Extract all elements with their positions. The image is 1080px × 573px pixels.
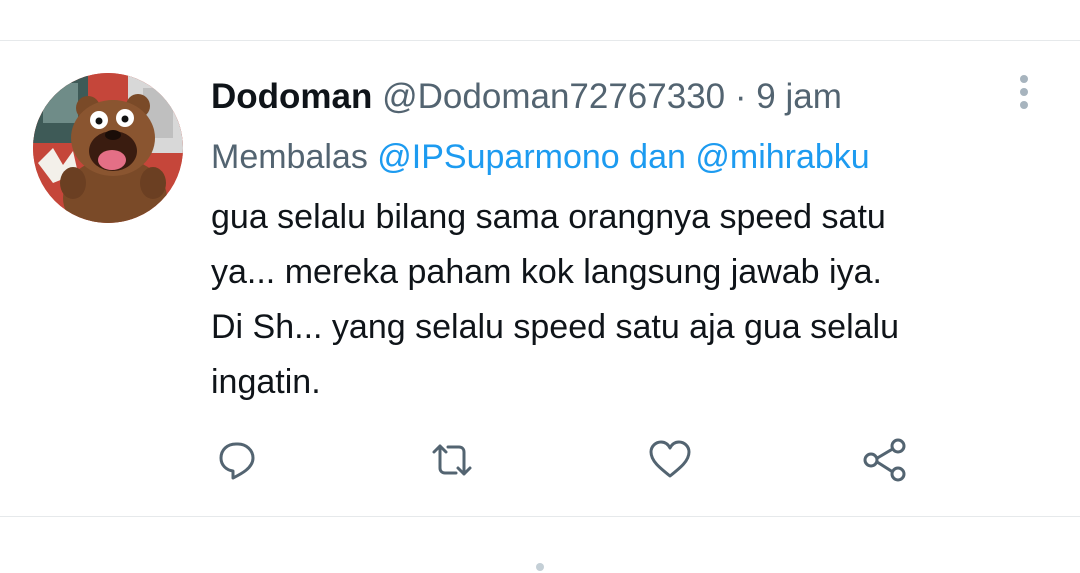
tweet-text-line: gua selalu bilang sama orangnya speed sa…: [211, 198, 886, 236]
retweet-icon: [432, 444, 472, 476]
page-indicator-dot: [536, 563, 544, 571]
tweet-text: gua selalu bilang sama orangnya speed sa…: [211, 190, 1041, 410]
bottom-divider: [0, 516, 1080, 517]
display-name[interactable]: Dodoman: [211, 77, 372, 116]
top-divider: [0, 40, 1080, 41]
tweet-header: Dodoman @Dodoman72767330 · 9 jam: [211, 75, 842, 119]
mention-link[interactable]: @IPSuparmono: [377, 138, 619, 176]
replying-to: Membalas @IPSuparmono dan @mihrabku: [211, 135, 870, 179]
tweet-text-line: Di Sh... yang selalu speed satu aja gua …: [211, 308, 900, 346]
share-button[interactable]: [860, 438, 908, 482]
reply-button[interactable]: [214, 438, 262, 482]
grizzly-bear-avatar-icon: [33, 73, 183, 223]
reply-conjunction[interactable]: dan: [629, 138, 686, 176]
avatar[interactable]: [33, 73, 183, 223]
mention-link[interactable]: @mihrabku: [695, 138, 869, 176]
share-icon: [863, 438, 906, 482]
user-handle[interactable]: @Dodoman72767330: [382, 77, 725, 116]
replying-to-label: Membalas: [211, 138, 368, 176]
separator-dot: ·: [734, 77, 747, 116]
timestamp[interactable]: 9 jam: [756, 77, 842, 116]
tweet-text-line: ya... mereka paham kok langsung jawab iy…: [211, 253, 882, 291]
comment-icon: [219, 442, 255, 480]
heart-icon: [649, 440, 691, 478]
retweet-button[interactable]: [428, 438, 476, 482]
tweet-text-line: ingatin.: [211, 363, 321, 401]
more-options-icon[interactable]: [1010, 72, 1038, 112]
like-button[interactable]: [646, 438, 694, 482]
tweet-actions: [0, 438, 1080, 482]
tweet-page: Dodoman @Dodoman72767330 · 9 jam Membala…: [0, 0, 1080, 573]
